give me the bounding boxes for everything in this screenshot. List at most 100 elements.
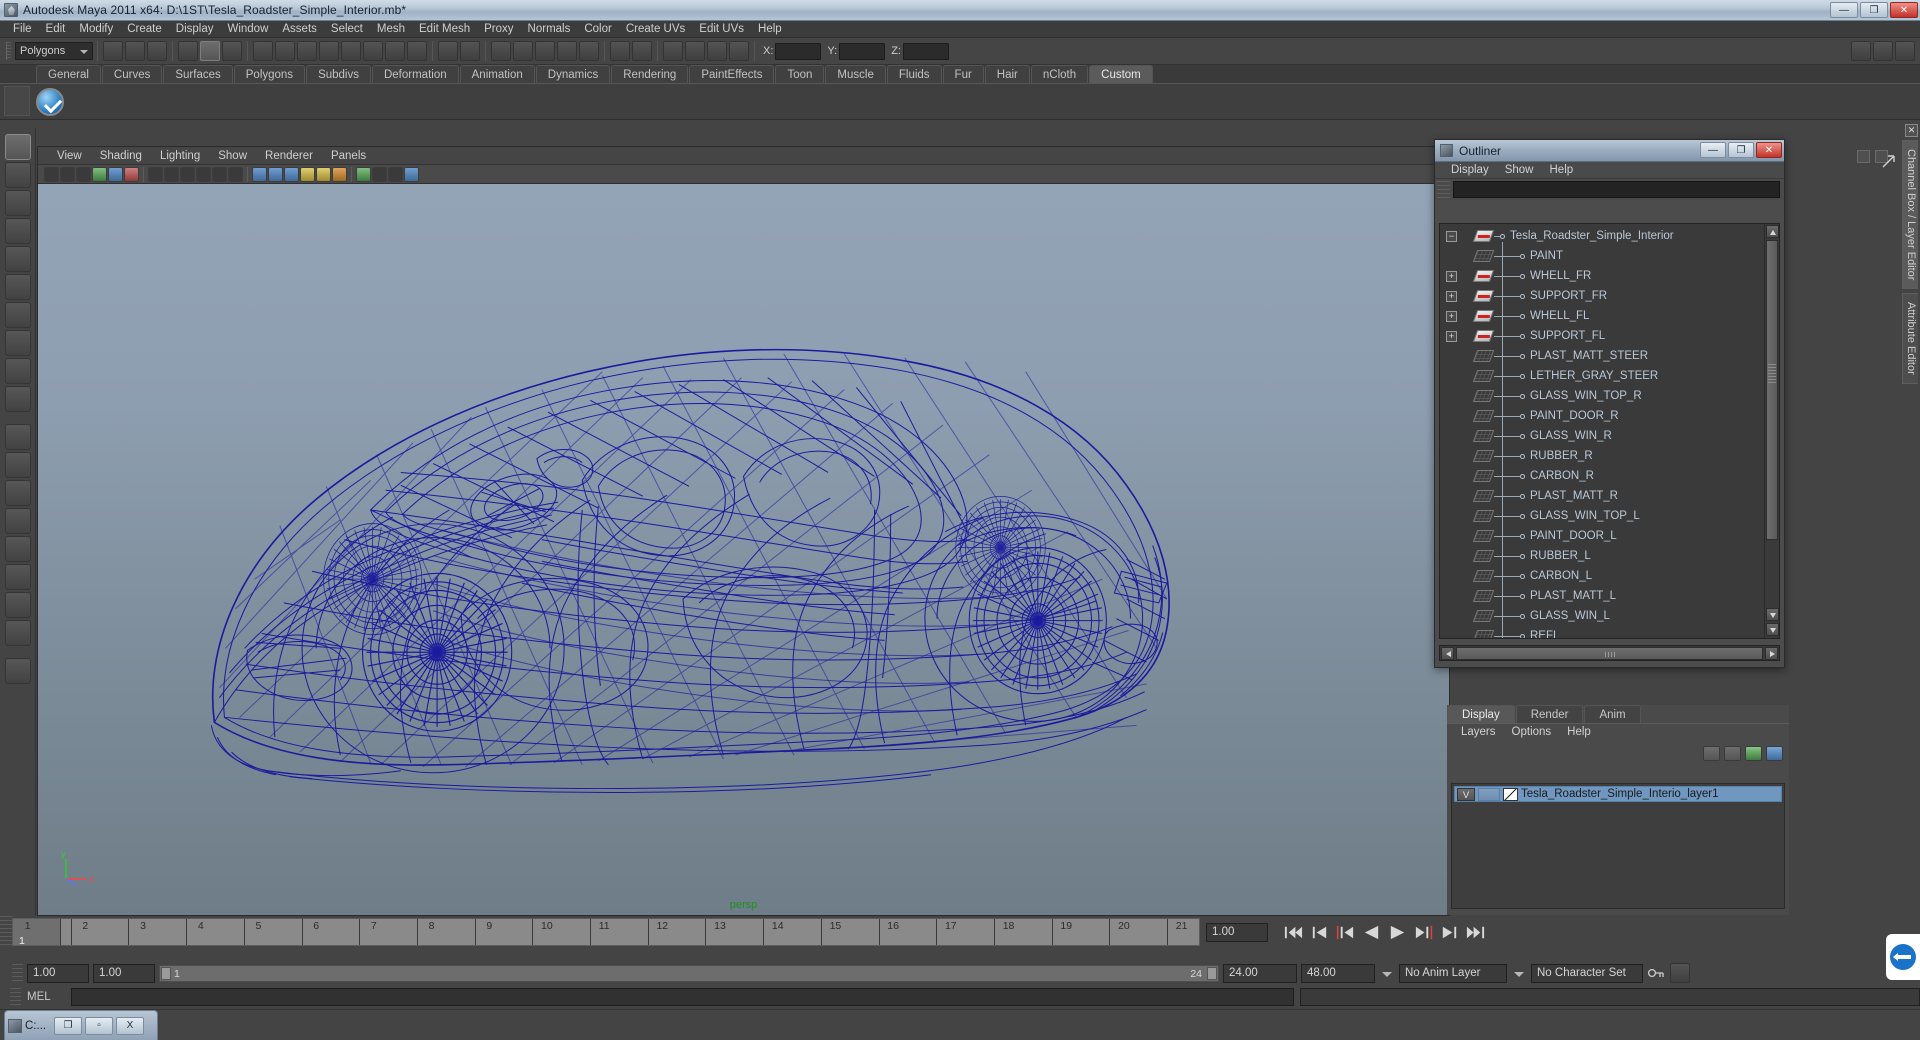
shelf-tab-fluids[interactable]: Fluids: [886, 65, 942, 83]
outliner-item-rubber_l[interactable]: RUBBER_L: [1440, 546, 1763, 566]
snap-to-point-icon[interactable]: [535, 41, 555, 61]
script-editor-window-button[interactable]: C:... ❐ ▫ X: [4, 1010, 158, 1040]
menu-display[interactable]: Display: [169, 21, 221, 38]
viewport-menu-lighting[interactable]: Lighting: [151, 147, 209, 165]
select-by-hierarchy-leaf-icon[interactable]: [125, 41, 145, 61]
outliner-maximize-button[interactable]: ❐: [1728, 142, 1754, 158]
camera-attributes-icon[interactable]: [76, 166, 91, 182]
shelf-tab-painteffects[interactable]: PaintEffects: [689, 65, 775, 83]
outliner-item-glass_win_r[interactable]: GLASS_WIN_R: [1440, 426, 1763, 446]
viewport-canvas[interactable]: y x persp: [38, 184, 1449, 915]
outliner-item-whell_fl[interactable]: + WHELL_FL: [1440, 306, 1763, 326]
step-forward-frame-button[interactable]: [1412, 922, 1435, 943]
x-ray-joints-icon[interactable]: [388, 166, 403, 182]
show-hide-tool-settings-icon[interactable]: [1895, 41, 1915, 61]
layer-membership-icon[interactable]: [1766, 745, 1783, 761]
film-gate-icon[interactable]: [164, 166, 179, 182]
outliner-item-paint_door_l[interactable]: PAINT_DOOR_L: [1440, 526, 1763, 546]
range-slider-bar-control[interactable]: 1 24: [159, 964, 1219, 982]
shelf-tab-muscle[interactable]: Muscle: [825, 65, 886, 83]
shelf-tab-subdivs[interactable]: Subdivs: [306, 65, 371, 83]
y-coordinate-field[interactable]: [839, 42, 886, 60]
z-coordinate-field[interactable]: [902, 42, 949, 60]
shelf-tab-deformation[interactable]: Deformation: [371, 65, 459, 83]
field-chart-icon[interactable]: [212, 166, 227, 182]
shelf-options-grip[interactable]: [4, 86, 30, 116]
move-tool-icon[interactable]: [4, 218, 31, 244]
menu-modify[interactable]: Modify: [72, 21, 120, 38]
expand-icon[interactable]: +: [1446, 290, 1457, 302]
shelf-tab-general[interactable]: General: [36, 65, 101, 83]
time-slider-grip[interactable]: [0, 916, 12, 948]
outliner-menu-show[interactable]: Show: [1497, 162, 1542, 179]
layer-shading-swatch-icon[interactable]: [1503, 787, 1518, 801]
outliner-vertical-scrollbar[interactable]: [1764, 224, 1779, 638]
scale-tool-icon[interactable]: [4, 274, 31, 300]
step-back-key-button[interactable]: [1308, 922, 1331, 943]
viewport-menu-view[interactable]: View: [48, 147, 91, 165]
outliner-item-support_fr[interactable]: + SUPPORT_FR: [1440, 286, 1763, 306]
display-layer-list[interactable]: V Tesla_Roadster_Simple_Interio_layer1: [1451, 783, 1785, 909]
menu-select[interactable]: Select: [324, 21, 370, 38]
mask-dynamics-icon[interactable]: [363, 41, 383, 61]
mask-surfaces-icon[interactable]: [319, 41, 339, 61]
menu-create[interactable]: Create: [120, 21, 169, 38]
viewport-menu-renderer[interactable]: Renderer: [256, 147, 322, 165]
range-end-handle[interactable]: [1207, 966, 1217, 980]
scroll-down-arrow-icon[interactable]: [1766, 608, 1779, 621]
auto-keyframe-icon[interactable]: [1647, 966, 1665, 980]
shelf-tab-custom[interactable]: Custom: [1089, 65, 1153, 83]
highlight-selection-icon[interactable]: [460, 41, 480, 61]
go-to-end-button[interactable]: [1464, 922, 1487, 943]
help-line-icon[interactable]: [4, 658, 31, 684]
script-editor-restore-button[interactable]: ❐: [54, 1016, 82, 1035]
playback-end-time-field[interactable]: 24.00: [1223, 963, 1297, 983]
outliner-horizontal-scrollbar[interactable]: [1439, 645, 1780, 661]
range-start-handle[interactable]: [161, 966, 171, 980]
select-by-component-type-icon[interactable]: [222, 41, 242, 61]
remote-control-badge-icon[interactable]: [1886, 934, 1920, 980]
outliner-item-carbon_r[interactable]: CARBON_R: [1440, 466, 1763, 486]
hscrollbar-thumb[interactable]: [1456, 646, 1763, 660]
menu-create-uvs[interactable]: Create UVs: [619, 21, 692, 38]
time-slider-track[interactable]: 1 12345678910111213141516171819202122232…: [12, 918, 1200, 946]
new-layer-from-selected-icon[interactable]: [1724, 745, 1741, 761]
shelf-tab-hair[interactable]: Hair: [984, 65, 1030, 83]
outliner-item-whell_fr[interactable]: + WHELL_FR: [1440, 266, 1763, 286]
layer-menu-layers[interactable]: Layers: [1453, 724, 1504, 741]
shelf-tab-curves[interactable]: Curves: [101, 65, 163, 83]
mask-joints-icon[interactable]: [275, 41, 295, 61]
character-set-dropdown-arrow-icon[interactable]: [1511, 965, 1527, 982]
expand-layouts-icon[interactable]: [4, 620, 31, 646]
step-forward-key-button[interactable]: [1438, 922, 1461, 943]
outliner-row-list[interactable]: − Tesla_Roadster_Simple_Interior PAINT + WHE…: [1440, 224, 1763, 638]
layer-visibility-toggle[interactable]: V: [1457, 787, 1475, 801]
menu-normals[interactable]: Normals: [521, 21, 578, 38]
menu-edit[interactable]: Edit: [39, 21, 73, 38]
anim-layer-dropdown-arrow-icon[interactable]: [1379, 965, 1395, 982]
outliner-tree[interactable]: − Tesla_Roadster_Simple_Interior PAINT + WHE…: [1439, 223, 1780, 639]
anim-layer-field[interactable]: No Anim Layer: [1399, 963, 1507, 983]
outliner-menu-help[interactable]: Help: [1542, 162, 1582, 179]
x-ray-icon[interactable]: [372, 166, 387, 182]
shelf-tab-surfaces[interactable]: Surfaces: [163, 65, 233, 83]
shelf-tab-polygons[interactable]: Polygons: [233, 65, 306, 83]
outliner-item-lether_gray_steer[interactable]: LETHER_GRAY_STEER: [1440, 366, 1763, 386]
shelf-tab-fur[interactable]: Fur: [942, 65, 984, 83]
range-slider-grip[interactable]: [12, 964, 23, 982]
select-by-component-handle-icon[interactable]: [178, 41, 198, 61]
use-all-lights-icon[interactable]: [316, 166, 331, 182]
scroll-page-down-arrow-icon[interactable]: [1766, 623, 1779, 636]
layer-tab-render[interactable]: Render: [1515, 705, 1584, 723]
mask-rendering-icon[interactable]: [385, 41, 405, 61]
four-view-layout-icon[interactable]: [4, 452, 31, 478]
rotate-tool-icon[interactable]: [4, 246, 31, 272]
shelf-tab-dynamics[interactable]: Dynamics: [535, 65, 611, 83]
play-forwards-button[interactable]: [1386, 922, 1409, 943]
mask-misc-icon[interactable]: [407, 41, 427, 61]
lock-camera-icon[interactable]: [60, 166, 75, 182]
viewport-menu-show[interactable]: Show: [209, 147, 256, 165]
menu-edit-uvs[interactable]: Edit UVs: [692, 21, 751, 38]
maximize-button[interactable]: ❐: [1860, 2, 1888, 18]
expand-icon[interactable]: +: [1446, 330, 1457, 342]
